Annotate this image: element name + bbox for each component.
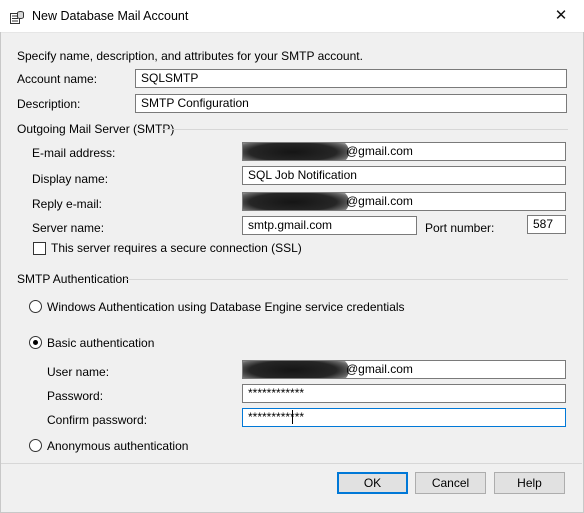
display-name-input[interactable]: SQL Job Notification [242, 166, 566, 185]
password-input[interactable]: ************ [242, 384, 566, 403]
close-icon[interactable]: ✕ [546, 4, 576, 28]
reply-email-label: Reply e-mail: [32, 197, 103, 211]
reply-email-input[interactable]: @gmail.com [242, 192, 566, 211]
outgoing-section-label: Outgoing Mail Server (SMTP) [17, 122, 175, 136]
basic-auth-radio[interactable] [29, 336, 42, 349]
redacted-mark [243, 143, 349, 160]
outgoing-divider [162, 129, 568, 130]
email-address-label: E-mail address: [32, 146, 116, 160]
password-label: Password: [47, 389, 104, 403]
redacted-mark [243, 361, 349, 378]
port-number-label: Port number: [425, 221, 495, 235]
intro-text: Specify name, description, and attribute… [17, 49, 363, 63]
ssl-label: This server requires a secure connection… [51, 241, 302, 255]
windows-auth-radio[interactable] [29, 300, 42, 313]
database-mail-icon [10, 11, 24, 24]
auth-divider [124, 279, 568, 280]
description-input[interactable]: SMTP Configuration [135, 94, 567, 113]
anonymous-auth-label: Anonymous authentication [47, 439, 189, 453]
username-label: User name: [47, 365, 110, 379]
ok-button[interactable]: OK [337, 472, 408, 494]
auth-section-label: SMTP Authentication [17, 272, 129, 286]
description-label: Description: [17, 97, 81, 111]
server-name-label: Server name: [32, 221, 105, 235]
port-number-input[interactable]: 587 [527, 215, 566, 234]
account-name-input[interactable]: SQLSMTP [135, 69, 567, 88]
footer-divider [1, 463, 582, 464]
email-address-input[interactable]: @gmail.com [242, 142, 566, 161]
cancel-button[interactable]: Cancel [415, 472, 486, 494]
ssl-checkbox[interactable] [33, 242, 46, 255]
server-name-input[interactable]: smtp.gmail.com [242, 216, 417, 235]
username-input[interactable]: @gmail.com [242, 360, 566, 379]
help-button[interactable]: Help [494, 472, 565, 494]
text-cursor [292, 410, 293, 424]
basic-auth-label: Basic authentication [47, 336, 155, 350]
display-name-label: Display name: [32, 172, 109, 186]
window-title: New Database Mail Account [32, 9, 189, 23]
account-name-label: Account name: [17, 72, 98, 86]
confirm-password-input[interactable]: ************ [242, 408, 566, 427]
windows-auth-label: Windows Authentication using Database En… [47, 300, 405, 314]
confirm-password-label: Confirm password: [47, 413, 148, 427]
anonymous-auth-radio[interactable] [29, 439, 42, 452]
redacted-mark [243, 193, 349, 210]
